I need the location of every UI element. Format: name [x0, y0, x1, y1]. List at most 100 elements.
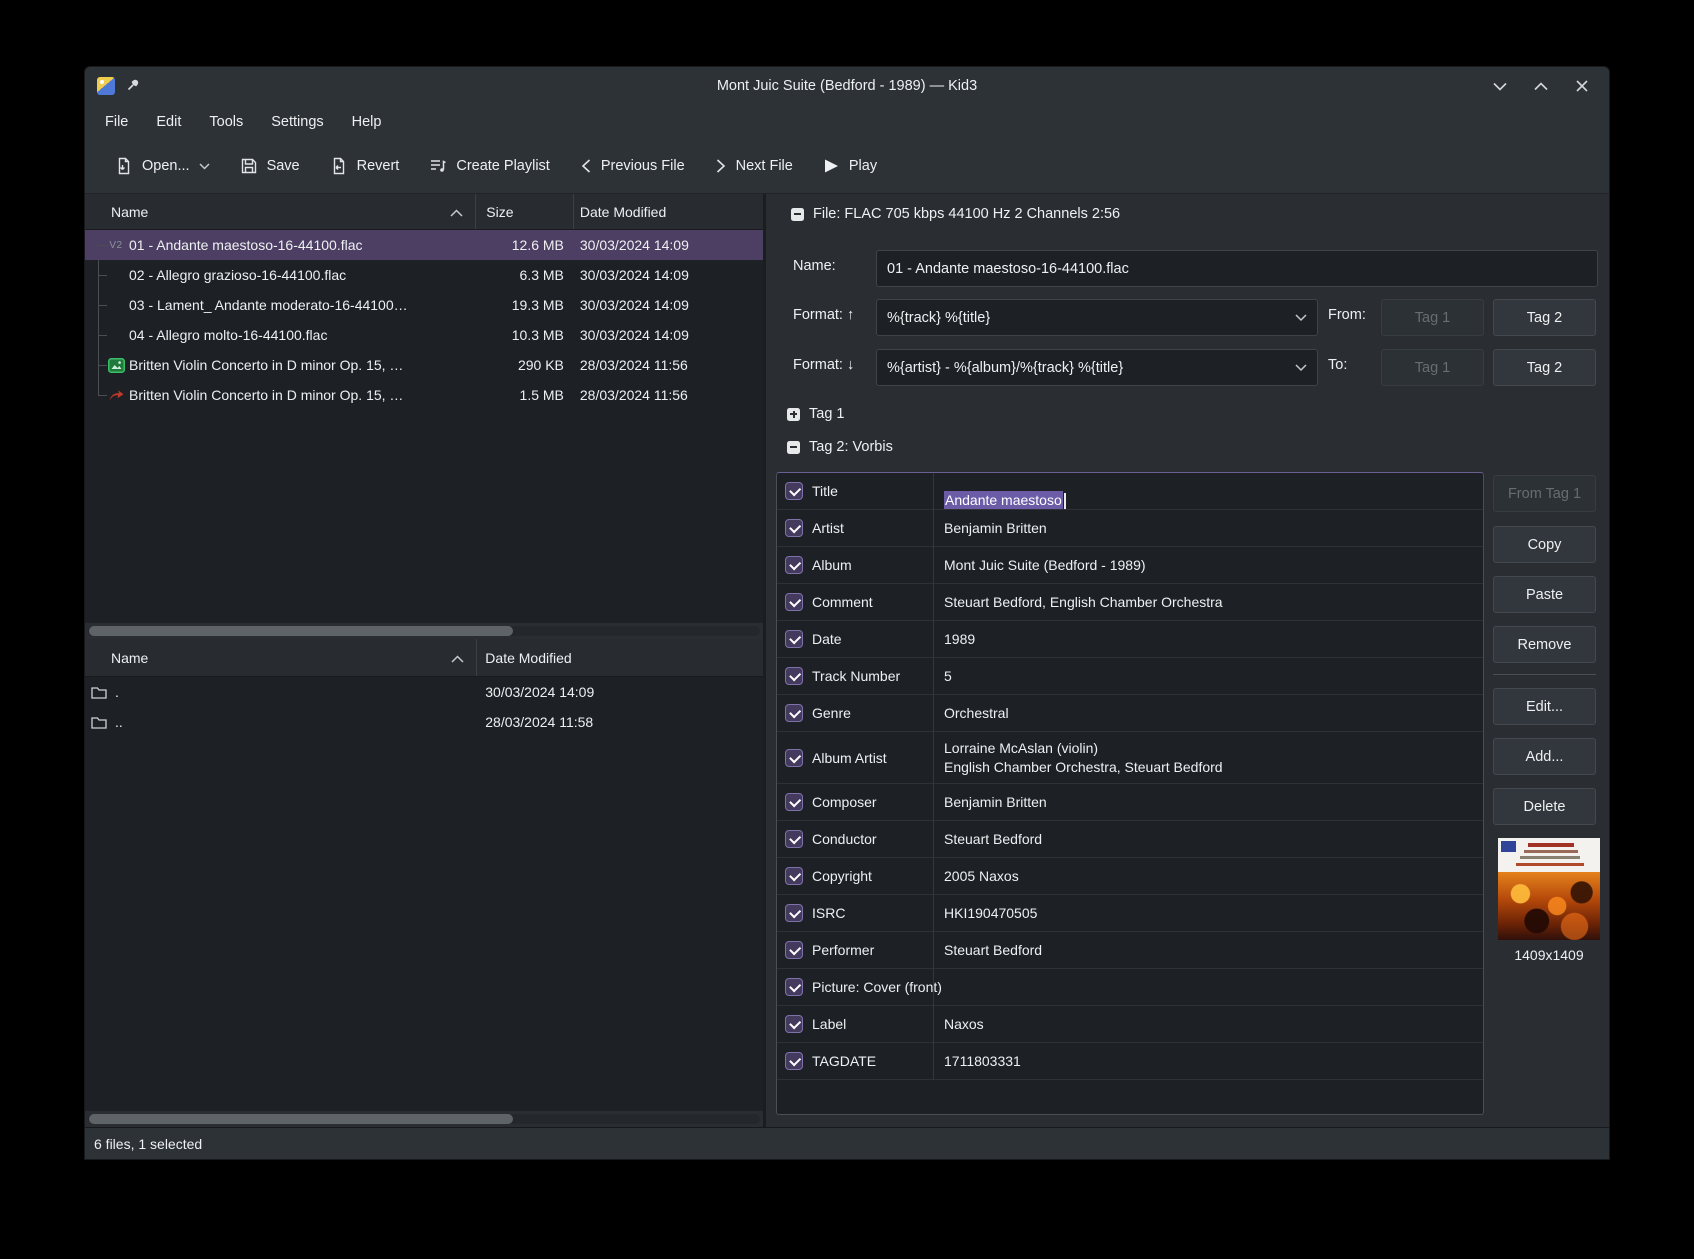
tag-field-value-editor[interactable]: Andante maestoso — [933, 472, 1483, 510]
to-tag2-button[interactable]: Tag 2 — [1493, 349, 1596, 386]
field-checkbox[interactable] — [785, 904, 803, 922]
tag-row[interactable]: Comment Steuart Bedford, English Chamber… — [777, 584, 1483, 621]
revert-button[interactable]: Revert — [330, 157, 400, 175]
scrollbar-thumb[interactable] — [89, 1114, 513, 1124]
tag-row[interactable]: Genre Orchestral — [777, 695, 1483, 732]
field-checkbox[interactable] — [785, 941, 803, 959]
save-button[interactable]: Save — [240, 157, 300, 175]
format-from-filename-combobox[interactable]: %{track} %{title} — [876, 299, 1318, 336]
folder-row[interactable]: . 30/03/2024 14:09 — [85, 677, 763, 707]
field-checkbox[interactable] — [785, 630, 803, 648]
tag-field-value[interactable]: Steuart Bedford, English Chamber Orchest… — [933, 593, 1483, 612]
column-header-date[interactable]: Date Modified — [477, 639, 763, 676]
menu-item[interactable]: Edit — [142, 114, 195, 130]
tag-row[interactable]: Date 1989 — [777, 621, 1483, 658]
tag-row[interactable]: TAGDATE 1711803331 — [777, 1043, 1483, 1080]
tag-field-value[interactable]: HKI190470505 — [933, 904, 1483, 923]
field-checkbox[interactable] — [785, 593, 803, 611]
column-header-date[interactable]: Date Modified — [574, 194, 763, 229]
tag-action-button[interactable]: Paste — [1493, 576, 1596, 613]
tag-row[interactable]: Performer Steuart Bedford — [777, 932, 1483, 969]
tag-row[interactable]: Picture: Cover (front) — [777, 969, 1483, 1006]
file-row[interactable]: V2 01 - Andante maestoso-16-44100.flac 1… — [85, 230, 763, 260]
column-header-name[interactable]: Name — [85, 194, 476, 229]
field-checkbox[interactable] — [785, 793, 803, 811]
file-size: 6.3 MB — [476, 267, 574, 283]
from-tag1-button[interactable]: Tag 1 — [1381, 299, 1484, 336]
field-checkbox[interactable] — [785, 667, 803, 685]
tag-action-button[interactable]: From Tag 1 — [1493, 475, 1596, 512]
create-playlist-button[interactable]: Create Playlist — [429, 157, 549, 175]
tag-row[interactable]: Album Mont Juic Suite (Bedford - 1989) — [777, 547, 1483, 584]
minimize-button[interactable] — [1493, 79, 1507, 93]
maximize-button[interactable] — [1534, 79, 1548, 93]
close-button[interactable] — [1575, 79, 1589, 93]
tag-field-value[interactable]: Benjamin Britten — [933, 793, 1483, 812]
tag2-section-header[interactable]: Tag 2: Vorbis — [787, 439, 893, 455]
field-checkbox[interactable] — [785, 978, 803, 996]
previous-file-button[interactable]: Previous File — [580, 158, 685, 174]
filename-input[interactable] — [876, 250, 1598, 287]
album-cover-thumbnail[interactable] — [1498, 838, 1600, 940]
tag-field-value[interactable]: 5 — [933, 667, 1483, 686]
tag-row[interactable]: ISRC HKI190470505 — [777, 895, 1483, 932]
menu-item[interactable]: Settings — [257, 114, 337, 130]
tag1-section-header[interactable]: Tag 1 — [787, 406, 844, 422]
format-to-filename-combobox[interactable]: %{artist} - %{album}/%{track} %{title} — [876, 349, 1318, 386]
tag-field-value[interactable]: Steuart Bedford — [933, 830, 1483, 849]
expand-icon[interactable] — [787, 408, 800, 421]
menu-item[interactable]: Help — [338, 114, 396, 130]
frame-action-button[interactable]: Add... — [1493, 738, 1596, 775]
column-header-size[interactable]: Size — [476, 194, 574, 229]
field-checkbox[interactable] — [785, 830, 803, 848]
folder-row[interactable]: .. 28/03/2024 11:58 — [85, 707, 763, 737]
field-checkbox[interactable] — [785, 1052, 803, 1070]
file-row[interactable]: 02 - Allegro grazioso-16-44100.flac 6.3 … — [85, 260, 763, 290]
field-checkbox[interactable] — [785, 519, 803, 537]
tag-field-value[interactable]: Steuart Bedford — [933, 941, 1483, 960]
menu-item[interactable]: File — [91, 114, 142, 130]
tag-field-value[interactable]: 1711803331 — [933, 1052, 1483, 1071]
play-button[interactable]: Play — [823, 158, 877, 174]
to-tag1-button[interactable]: Tag 1 — [1381, 349, 1484, 386]
file-row[interactable]: Britten Violin Concerto in D minor Op. 1… — [85, 380, 763, 410]
file-row[interactable]: Britten Violin Concerto in D minor Op. 1… — [85, 350, 763, 380]
field-checkbox[interactable] — [785, 704, 803, 722]
tag-row-title[interactable]: Title Andante maestoso — [777, 473, 1483, 510]
tag-field-value[interactable]: 1989 — [933, 630, 1483, 649]
field-checkbox[interactable] — [785, 556, 803, 574]
tag-field-value[interactable]: Naxos — [933, 1015, 1483, 1034]
tag-field-value[interactable]: Orchestral — [933, 704, 1483, 723]
tag-field-value[interactable]: 2005 Naxos — [933, 867, 1483, 886]
tag-row[interactable]: Conductor Steuart Bedford — [777, 821, 1483, 858]
tag-field-value[interactable]: Mont Juic Suite (Bedford - 1989) — [933, 556, 1483, 575]
tag-field-value[interactable]: Lorraine McAslan (violin) English Chambe… — [933, 739, 1483, 777]
field-checkbox[interactable] — [785, 1015, 803, 1033]
field-checkbox[interactable] — [785, 749, 803, 767]
frame-action-button[interactable]: Edit... — [1493, 688, 1596, 725]
frame-action-button[interactable]: Delete — [1493, 788, 1596, 825]
pin-icon[interactable] — [125, 77, 141, 96]
field-checkbox[interactable] — [785, 482, 803, 500]
file-section-header[interactable]: File: FLAC 705 kbps 44100 Hz 2 Channels … — [791, 206, 1120, 222]
open-button[interactable]: Open... — [115, 157, 210, 175]
tag-action-button[interactable]: Copy — [1493, 526, 1596, 563]
tag-field-value[interactable]: Benjamin Britten — [933, 519, 1483, 538]
menu-item[interactable]: Tools — [195, 114, 257, 130]
tag-row[interactable]: Track Number 5 — [777, 658, 1483, 695]
tag-row[interactable]: Composer Benjamin Britten — [777, 784, 1483, 821]
from-tag2-button[interactable]: Tag 2 — [1493, 299, 1596, 336]
scrollbar-thumb[interactable] — [89, 626, 513, 636]
tag-row[interactable]: Artist Benjamin Britten — [777, 510, 1483, 547]
tag-row[interactable]: Copyright 2005 Naxos — [777, 858, 1483, 895]
collapse-icon[interactable] — [787, 441, 800, 454]
field-checkbox[interactable] — [785, 867, 803, 885]
collapse-icon[interactable] — [791, 208, 804, 221]
next-file-button[interactable]: Next File — [715, 158, 793, 174]
tag-row[interactable]: Album Artist Lorraine McAslan (violin) E… — [777, 732, 1483, 784]
tag-row[interactable]: Label Naxos — [777, 1006, 1483, 1043]
column-header-name[interactable]: Name — [85, 639, 477, 676]
tag-action-button[interactable]: Remove — [1493, 626, 1596, 663]
file-row[interactable]: 04 - Allegro molto-16-44100.flac 10.3 MB… — [85, 320, 763, 350]
file-row[interactable]: 03 - Lament_ Andante moderato-16-44100… … — [85, 290, 763, 320]
